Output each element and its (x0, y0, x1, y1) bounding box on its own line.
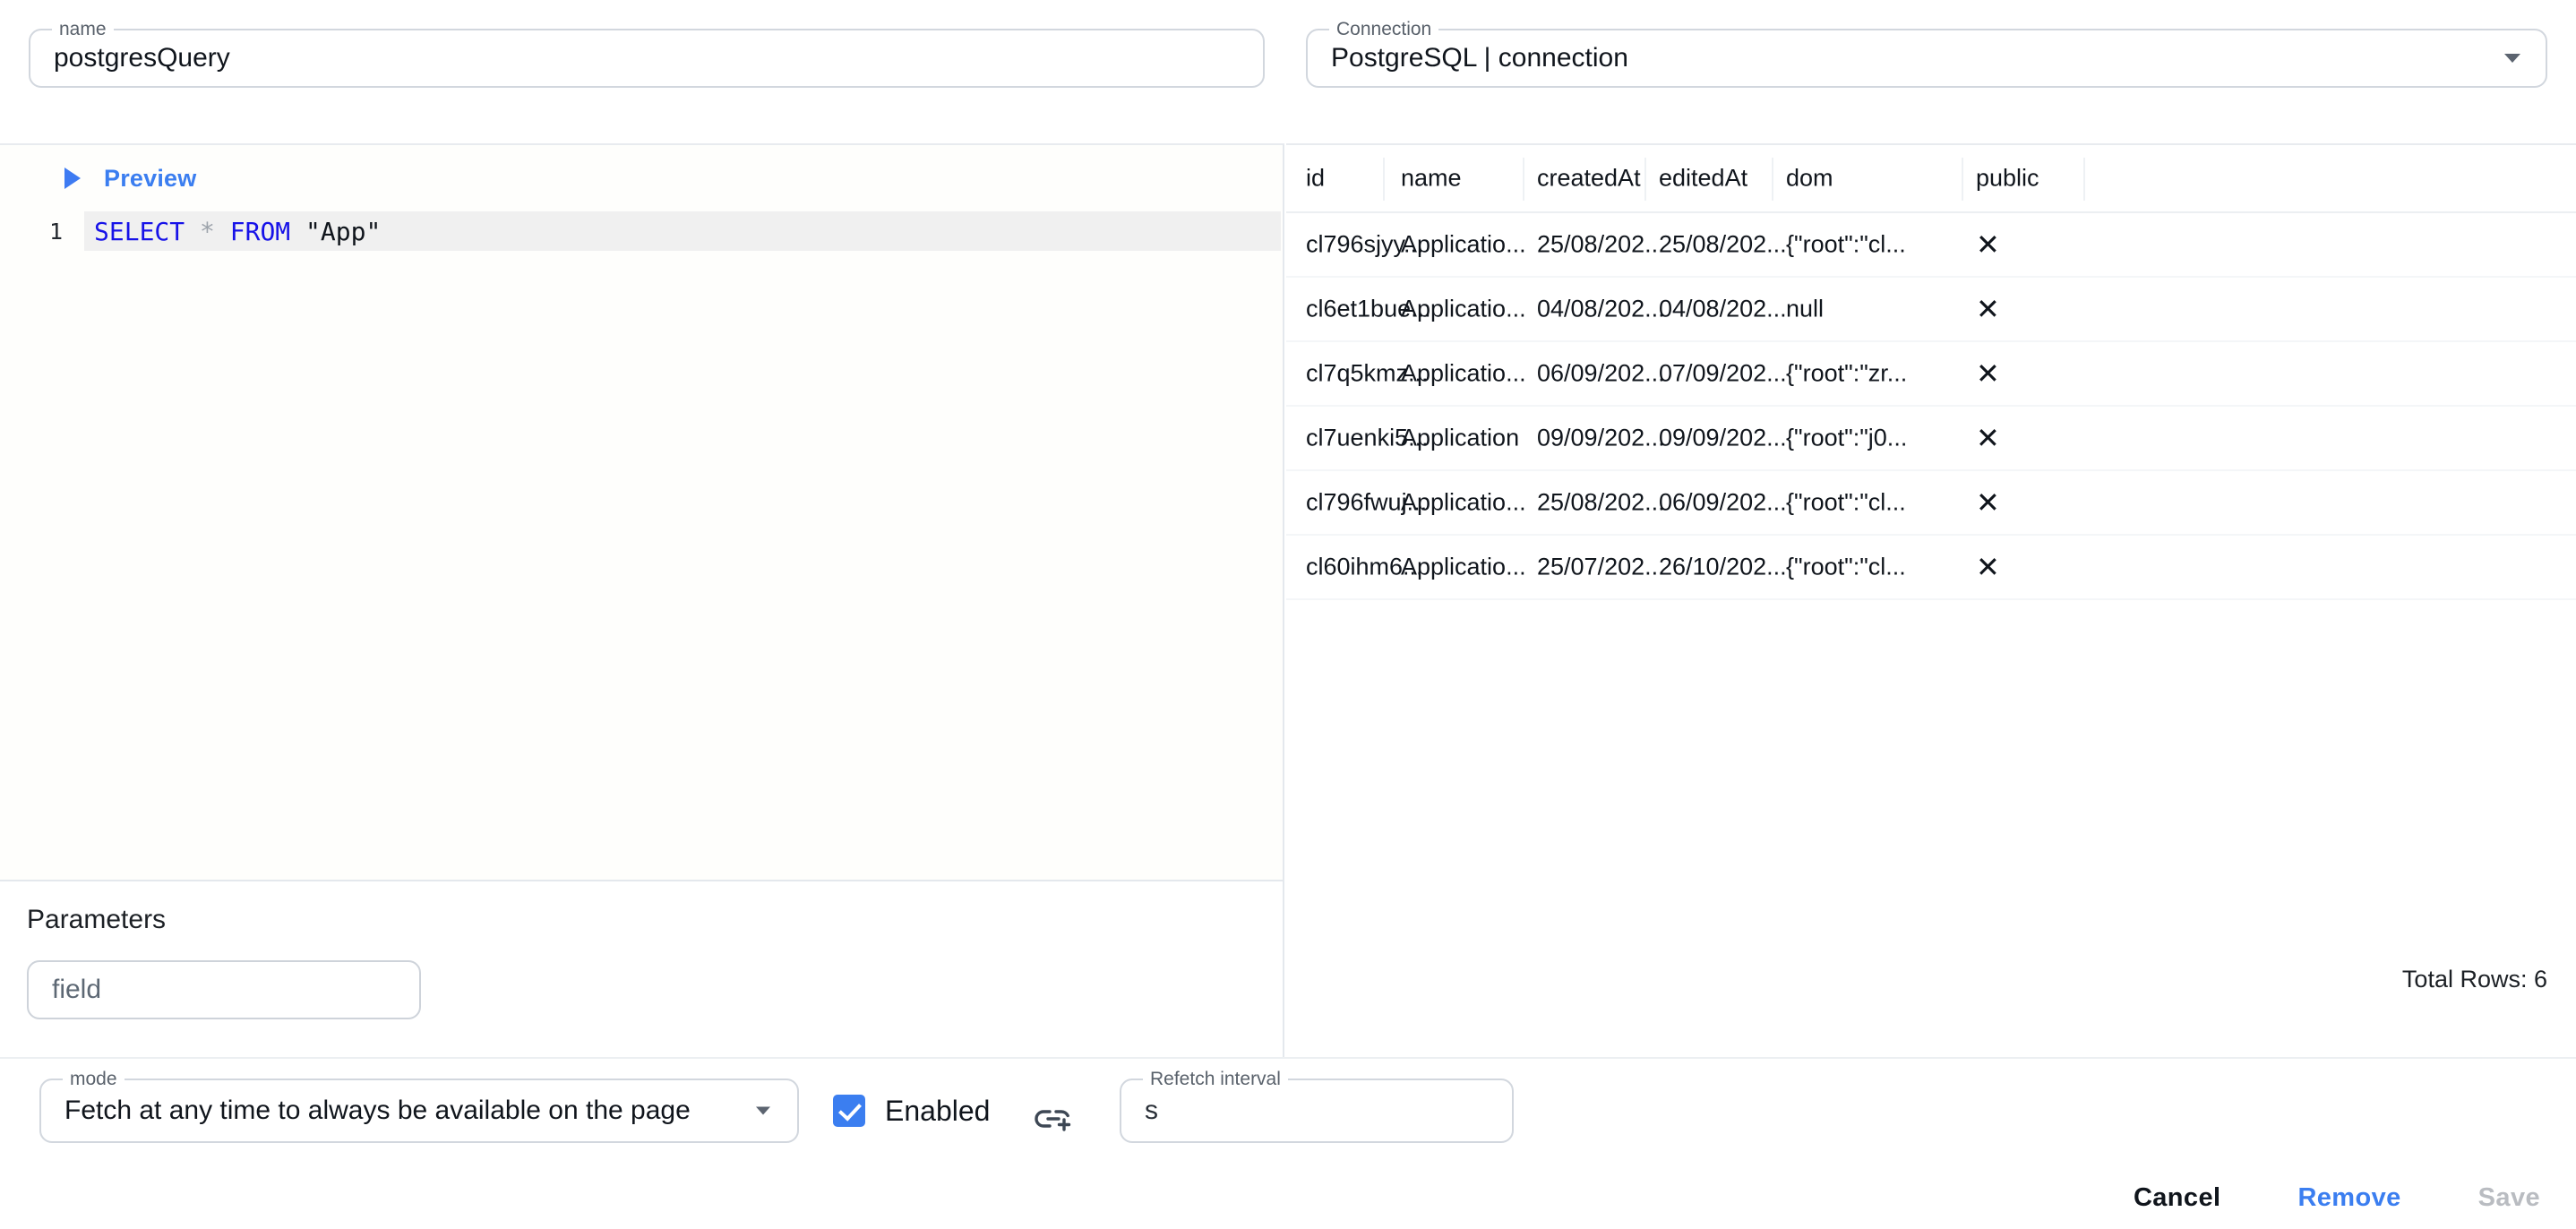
x-icon[interactable]: ✕ (1976, 424, 2000, 452)
chevron-down-icon[interactable] (2504, 54, 2520, 63)
cell-editedAt: 09/09/202... (1659, 424, 1787, 451)
cell-createdAt: 09/09/202... (1537, 424, 1665, 451)
cancel-button[interactable]: Cancel (2134, 1183, 2221, 1213)
column-divider[interactable] (1383, 158, 1385, 201)
cell-dom: {"root":"cl... (1786, 488, 1906, 516)
parameter-field-placeholder: field (52, 975, 102, 1004)
column-divider[interactable] (2083, 158, 2085, 201)
refetch-interval-field[interactable]: Refetch interval s (1120, 1068, 1514, 1143)
sql-token-star: * (200, 216, 215, 246)
column-header-createdAt[interactable]: createdAt (1537, 165, 1641, 193)
cell-dom: {"root":"cl... (1786, 230, 1906, 258)
column-header-public[interactable]: public (1976, 165, 2039, 193)
add-link-icon[interactable] (1035, 1105, 1074, 1132)
sql-token-table: "App" (305, 216, 382, 246)
column-header-editedAt[interactable]: editedAt (1659, 165, 1747, 193)
x-icon[interactable]: ✕ (1976, 230, 2000, 259)
cell-createdAt: 06/09/202... (1537, 359, 1665, 387)
checkmark-icon[interactable] (833, 1095, 865, 1127)
x-icon[interactable]: ✕ (1976, 488, 2000, 517)
column-divider[interactable] (1644, 158, 1646, 201)
enabled-toggle[interactable]: Enabled (833, 1079, 990, 1143)
cell-editedAt: 04/08/202... (1659, 295, 1787, 322)
x-icon[interactable]: ✕ (1976, 295, 2000, 323)
connection-label: Connection (1329, 18, 1439, 41)
column-divider[interactable] (1962, 158, 1963, 201)
preview-toggle[interactable]: Preview (0, 145, 1283, 211)
cell-name: Applicatio... (1401, 488, 1526, 516)
top-fields-row: name postgresQuery Connection PostgreSQL… (0, 0, 2576, 116)
triangle-right-icon[interactable] (64, 168, 81, 189)
column-header-name[interactable]: name (1401, 165, 1462, 193)
cell-editedAt: 25/08/202... (1659, 230, 1787, 258)
connection-select[interactable]: Connection PostgreSQL | connection (1306, 18, 2547, 88)
table-row[interactable]: cl7uenki5... Application 09/09/202... 09/09… (1286, 407, 2576, 471)
cell-editedAt: 07/09/202... (1659, 359, 1787, 387)
refetch-interval-value: s (1145, 1096, 1158, 1125)
parameters-section: Parameters field (0, 880, 1284, 1057)
sql-editor-panel: Preview 1 SELECT * FROM "App" (0, 143, 1284, 880)
mode-value: Fetch at any time to always be available… (64, 1096, 691, 1125)
table-row[interactable]: cl60ihm6... Applicatio... 25/07/202... 26/1… (1286, 536, 2576, 600)
sql-token-select: SELECT (94, 216, 185, 246)
enabled-label: Enabled (885, 1094, 991, 1127)
column-header-dom[interactable]: dom (1786, 165, 1833, 193)
results-table: id name createdAt editedAt dom public cl796sjy… (1286, 145, 2576, 600)
column-divider[interactable] (1523, 158, 1524, 201)
cell-name: Applicatio... (1401, 553, 1526, 580)
line-number: 1 (48, 218, 63, 245)
footer-actions: Cancel Remove Save (0, 1166, 2576, 1229)
cell-editedAt: 06/09/202... (1659, 488, 1787, 516)
sql-token-space (215, 217, 230, 246)
table-row[interactable]: cl7q5kmz... Applicatio... 06/09/202... 07/0… (1286, 342, 2576, 407)
refetch-interval-label: Refetch interval (1143, 1068, 1288, 1091)
sql-token-from: FROM (229, 216, 291, 246)
query-name-label: name (52, 18, 114, 41)
cell-dom: null (1786, 295, 1825, 322)
parameter-field-input[interactable]: field (27, 960, 421, 1019)
cell-editedAt: 26/10/202... (1659, 553, 1787, 580)
sql-token-space (290, 217, 305, 246)
column-header-id[interactable]: id (1306, 165, 1325, 193)
query-editor-dialog: name postgresQuery Connection PostgreSQL… (0, 0, 2576, 1229)
bottom-control-bar: mode Fetch at any time to always be avai… (0, 1057, 2576, 1166)
cell-dom: {"root":"cl... (1786, 553, 1906, 580)
remove-button[interactable]: Remove (2297, 1183, 2400, 1213)
parameters-title: Parameters (27, 905, 167, 934)
code-line[interactable]: 1 SELECT * FROM "App" (0, 211, 1283, 251)
connection-value: PostgreSQL | connection (1331, 43, 1628, 73)
table-row[interactable]: cl796sjyy... Applicatio... 25/08/202... 25/… (1286, 213, 2576, 278)
cell-name: Applicatio... (1401, 359, 1526, 387)
results-panel: id name createdAt editedAt dom public cl796sjy… (1286, 143, 2576, 1057)
x-icon[interactable]: ✕ (1976, 553, 2000, 581)
cell-dom: {"root":"j0... (1786, 424, 1908, 451)
total-rows-label: Total Rows: 6 (2401, 966, 2547, 993)
table-row[interactable]: cl796fwuj... Applicatio... 25/08/202... 06/… (1286, 471, 2576, 536)
mode-select[interactable]: mode Fetch at any time to always be avai… (39, 1068, 799, 1143)
mode-label: mode (63, 1068, 125, 1091)
save-button[interactable]: Save (2478, 1183, 2540, 1213)
sql-token-space (185, 217, 200, 246)
code-text[interactable]: SELECT * FROM "App" (94, 217, 381, 246)
column-divider[interactable] (1772, 158, 1773, 201)
cell-name: Applicatio... (1401, 230, 1526, 258)
cell-name: Applicatio... (1401, 295, 1526, 322)
x-icon[interactable]: ✕ (1976, 359, 2000, 388)
cell-createdAt: 25/07/202... (1537, 553, 1665, 580)
cell-dom: {"root":"zr... (1786, 359, 1908, 387)
results-header-row: id name createdAt editedAt dom public (1286, 145, 2576, 213)
cell-createdAt: 25/08/202... (1537, 488, 1665, 516)
cell-createdAt: 04/08/202... (1537, 295, 1665, 322)
chevron-down-icon[interactable] (756, 1106, 770, 1115)
code-area[interactable]: 1 SELECT * FROM "App" (0, 211, 1283, 880)
cell-createdAt: 25/08/202... (1537, 230, 1665, 258)
preview-label: Preview (104, 164, 197, 192)
query-name-field[interactable]: name postgresQuery (29, 18, 1265, 88)
cell-name: Application (1401, 424, 1520, 451)
query-name-value: postgresQuery (54, 43, 230, 73)
table-row[interactable]: cl6et1bue... Applicatio... 04/08/202... 04/… (1286, 278, 2576, 342)
